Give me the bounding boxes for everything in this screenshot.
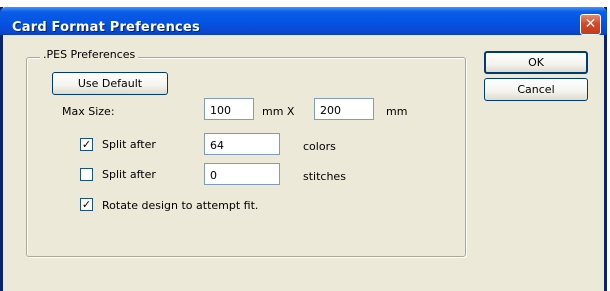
- unit-mm-x-label: mm X: [262, 105, 295, 118]
- close-icon: ✕: [584, 16, 597, 32]
- window-title: Card Format Preferences: [12, 20, 200, 35]
- stitches-suffix-label: stitches: [303, 170, 346, 183]
- checkmark-icon: ✓: [81, 138, 92, 151]
- cancel-button[interactable]: Cancel: [484, 78, 588, 101]
- close-button[interactable]: ✕: [580, 14, 601, 35]
- colors-suffix-label: colors: [303, 140, 336, 153]
- checkmark-icon: ✓: [81, 198, 92, 211]
- split-colors-field[interactable]: [204, 133, 280, 155]
- rotate-design-label: Rotate design to attempt fit.: [102, 199, 259, 212]
- split-stitches-field[interactable]: [204, 163, 280, 185]
- group-label: .PES Preferences: [40, 48, 139, 61]
- split-stitches-checkbox[interactable]: [80, 168, 93, 181]
- split-stitches-label: Split after: [102, 168, 156, 181]
- max-height-field[interactable]: [314, 98, 374, 120]
- max-size-label: Max Size:: [62, 105, 115, 118]
- split-colors-checkbox[interactable]: ✓: [80, 138, 93, 151]
- title-bar[interactable]: Card Format Preferences: [0, 7, 607, 35]
- ok-button[interactable]: OK: [484, 51, 588, 74]
- unit-mm-label: mm: [386, 105, 408, 118]
- split-colors-label: Split after: [102, 138, 156, 151]
- max-width-field[interactable]: [204, 98, 254, 120]
- rotate-design-checkbox[interactable]: ✓: [80, 198, 93, 211]
- use-default-button[interactable]: Use Default: [52, 72, 168, 95]
